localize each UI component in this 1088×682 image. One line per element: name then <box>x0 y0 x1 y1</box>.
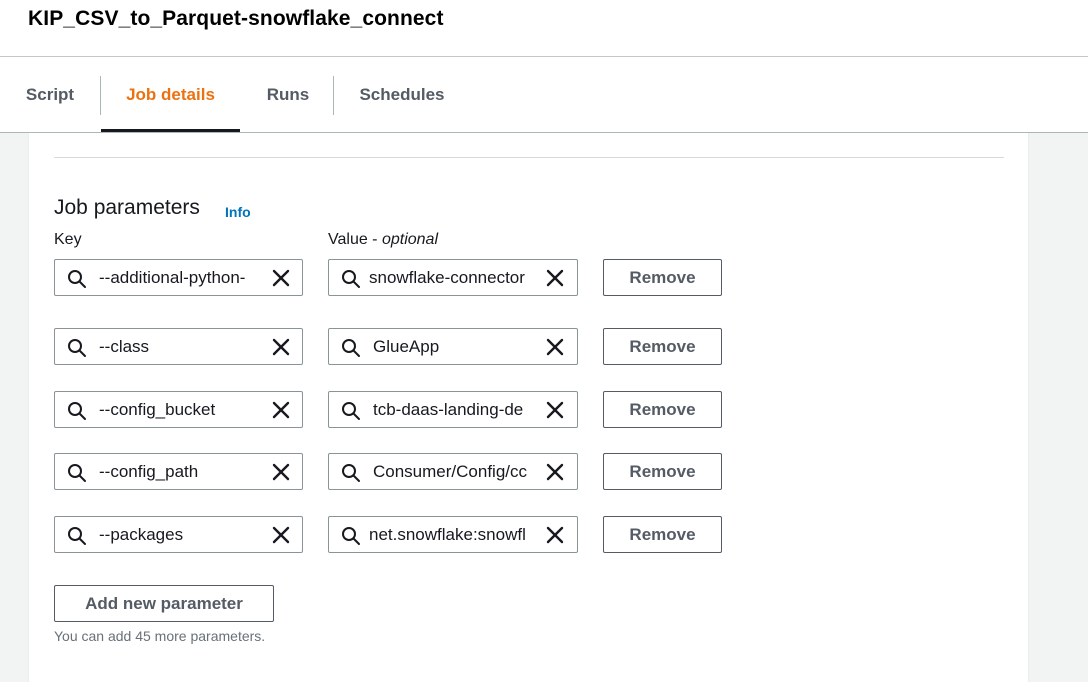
search-icon <box>68 270 86 288</box>
value-value: GlueApp <box>373 337 440 356</box>
tab-schedules[interactable]: Schedules <box>348 58 456 132</box>
value-label-text: Value - <box>328 231 382 248</box>
key-value: --config_path <box>99 462 199 481</box>
close-icon[interactable] <box>271 337 291 357</box>
key-value: --class <box>99 337 150 356</box>
key-value: --additional-python- <box>99 268 246 287</box>
tab-bar: Script Job details Runs Schedules <box>0 58 1088 133</box>
search-icon <box>68 464 86 482</box>
search-icon <box>342 527 360 545</box>
tab-script[interactable]: Script <box>14 58 86 132</box>
key-input[interactable]: --config_bucket <box>54 391 303 428</box>
close-icon[interactable] <box>545 268 565 288</box>
search-icon <box>68 402 86 420</box>
key-value: --packages <box>99 525 184 544</box>
remove-button[interactable]: Remove <box>603 516 722 553</box>
page-header: KIP_CSV_to_Parquet-snowflake_connect <box>0 0 1088 57</box>
close-icon[interactable] <box>545 462 565 482</box>
search-icon <box>342 464 360 482</box>
close-icon[interactable] <box>545 400 565 420</box>
tab-runs[interactable]: Runs <box>254 58 322 132</box>
close-icon[interactable] <box>271 525 291 545</box>
close-icon[interactable] <box>271 400 291 420</box>
key-input[interactable]: --config_path <box>54 453 303 490</box>
close-icon[interactable] <box>271 462 291 482</box>
close-icon[interactable] <box>271 268 291 288</box>
key-input[interactable]: --packages <box>54 516 303 553</box>
tab-separator <box>333 76 334 115</box>
value-input[interactable]: snowflake-connector <box>328 259 578 296</box>
close-icon[interactable] <box>545 337 565 357</box>
value-input[interactable]: GlueApp <box>328 328 578 365</box>
remove-button[interactable]: Remove <box>603 453 722 490</box>
remove-button[interactable]: Remove <box>603 259 722 296</box>
value-input[interactable]: Consumer/Config/cc <box>328 453 578 490</box>
value-column-label: Value - optional <box>328 231 438 249</box>
value-value: net.snowflake:snowfl <box>369 525 526 544</box>
key-input[interactable]: --class <box>54 328 303 365</box>
add-new-parameter-button[interactable]: Add new parameter <box>54 585 274 622</box>
key-value: --config_bucket <box>99 400 216 419</box>
search-icon <box>68 527 86 545</box>
value-value: snowflake-connector <box>369 268 525 287</box>
value-value: Consumer/Config/cc <box>373 462 528 481</box>
close-icon[interactable] <box>545 525 565 545</box>
search-icon <box>68 339 86 357</box>
value-label-optional: optional <box>381 231 438 248</box>
page-title: KIP_CSV_to_Parquet-snowflake_connect <box>28 7 444 30</box>
search-icon <box>342 270 360 288</box>
section-divider <box>54 157 1004 158</box>
tab-job-details[interactable]: Job details <box>101 58 240 132</box>
value-value: tcb-daas-landing-de <box>373 400 524 419</box>
key-column-label: Key <box>54 231 82 248</box>
key-input[interactable]: --additional-python- <box>54 259 303 296</box>
job-parameters-heading: Job parameters <box>54 196 200 219</box>
remove-button[interactable]: Remove <box>603 328 722 365</box>
info-link[interactable]: Info <box>225 204 251 220</box>
value-input[interactable]: net.snowflake:snowfl <box>328 516 578 553</box>
remove-button[interactable]: Remove <box>603 391 722 428</box>
search-icon <box>342 402 360 420</box>
parameter-limit-hint: You can add 45 more parameters. <box>54 628 266 644</box>
search-icon <box>342 339 360 357</box>
value-input[interactable]: tcb-daas-landing-de <box>328 391 578 428</box>
